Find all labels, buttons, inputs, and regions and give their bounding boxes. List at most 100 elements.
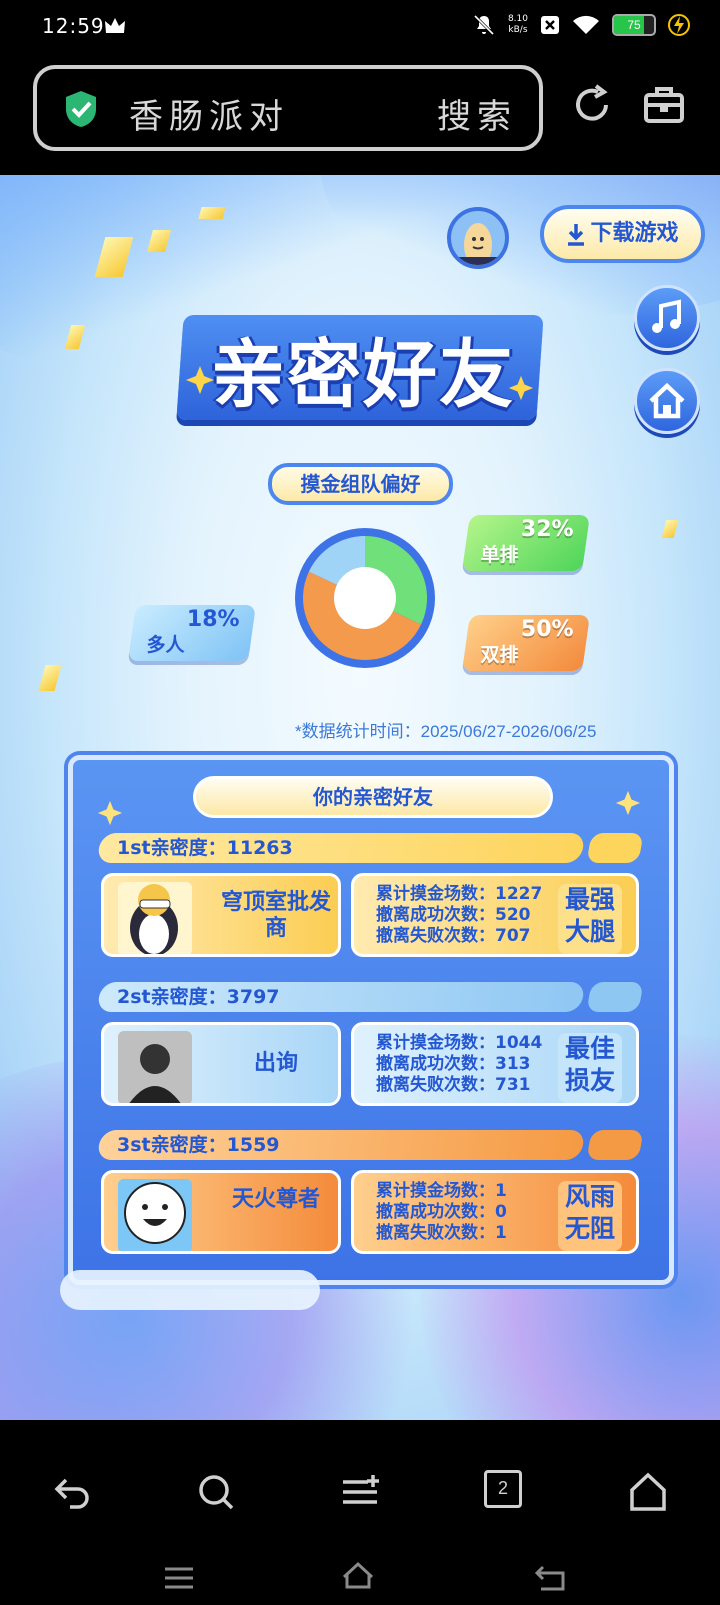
smiley-avatar-icon [118, 1179, 192, 1251]
preference-subtitle: 摸金组队偏好 [268, 463, 453, 505]
search-bar[interactable]: 香肠派对 搜索 [33, 65, 543, 151]
player-avatar[interactable] [447, 207, 509, 269]
rank-bar-3: 3st亲密度：1559 [96, 1130, 586, 1160]
system-home-icon[interactable] [341, 1560, 375, 1590]
gold-shard [661, 520, 679, 538]
battery-level: 75 [627, 18, 641, 32]
friend-1-avatar [118, 882, 192, 954]
search-button[interactable]: 搜索 [437, 89, 517, 138]
duo-percent: 50% [521, 617, 574, 642]
page-title: 亲密好友 [211, 332, 515, 418]
download-label: 下载游戏 [590, 221, 679, 246]
friend-2-avatar [118, 1031, 192, 1103]
menu-icon[interactable] [340, 1472, 380, 1512]
rank-2-intimacy: 3797 [226, 986, 280, 1008]
solo-label: 单排 [480, 544, 519, 566]
rank-3-intimacy: 1559 [226, 1134, 280, 1156]
music-icon [652, 299, 681, 333]
star-icon [97, 800, 123, 826]
preference-donut-chart [295, 528, 435, 668]
refresh-icon[interactable] [570, 83, 614, 127]
tag-squad: 18% 多人 [128, 605, 256, 661]
friend-1-extract-fail: 撤离失败次数：707 [376, 926, 531, 946]
duo-label: 双排 [480, 644, 519, 666]
download-icon [568, 224, 585, 246]
donut-hole [334, 567, 396, 629]
rank-3-label: 3st亲密度： [117, 1134, 227, 1156]
squad-percent: 18% [187, 607, 240, 632]
stats-period-note: *数据统计时间：2025/06/27-2026/06/25 [295, 722, 597, 741]
friend-2-total-runs: 累计摸金场数：1044 [376, 1033, 543, 1053]
tabs-icon[interactable]: 2 [484, 1470, 522, 1508]
friend-card-1[interactable]: 穹顶室批发商 [101, 873, 341, 957]
rank-bar-tail [586, 833, 644, 863]
net-speed: 8.10 kB/s [508, 14, 528, 36]
friend-2-extract-success: 撤离成功次数：313 [376, 1054, 531, 1074]
squad-label: 多人 [146, 634, 185, 656]
rank-bar-tail [586, 1130, 644, 1160]
tag-duo: 50% 双排 [462, 615, 590, 671]
star-icon [508, 375, 534, 401]
charging-icon [668, 14, 690, 36]
friend-3-extract-success: 撤离成功次数：0 [376, 1202, 507, 1222]
friend-3-name: 天火尊者 [231, 1187, 320, 1212]
friend-2-extract-fail: 撤离失败次数：731 [376, 1075, 531, 1095]
music-button[interactable] [634, 285, 700, 351]
sausage-avatar-icon [457, 223, 499, 265]
friend-3-stats: 累计摸金场数：1 撤离成功次数：0 撤离失败次数：1 风雨无阻 [351, 1170, 639, 1254]
friend-3-title: 风雨无阻 [558, 1181, 622, 1251]
home-nav-icon[interactable] [628, 1472, 668, 1512]
toolbox-icon[interactable] [642, 83, 686, 127]
net-speed-unit: kB/s [508, 25, 528, 35]
star-icon [186, 366, 214, 394]
home-icon [649, 382, 685, 419]
star-icon [615, 790, 641, 816]
back-icon[interactable] [52, 1472, 92, 1512]
friend-3-extract-fail: 撤离失败次数：1 [376, 1223, 507, 1243]
wifi-icon [573, 15, 599, 34]
tab-count: 2 [497, 1478, 508, 1498]
penguin-avatar-icon [130, 884, 178, 954]
system-back-icon[interactable] [533, 1563, 567, 1593]
browser-bottom-nav: 2 [0, 1420, 720, 1605]
person-avatar-icon [118, 1031, 192, 1103]
friend-3-avatar [118, 1179, 192, 1251]
status-time: 12:59 [42, 14, 105, 38]
friend-1-extract-success: 撤离成功次数：520 [376, 905, 531, 925]
friend-1-title: 最强大腿 [558, 884, 622, 954]
mute-icon [473, 14, 495, 36]
gold-shard [198, 207, 226, 219]
home-button[interactable] [634, 368, 700, 434]
browser-toolbar: 香肠派对 搜索 [0, 55, 720, 175]
friend-1-total-runs: 累计摸金场数：1227 [376, 884, 543, 904]
download-game-button[interactable]: 下载游戏 [540, 205, 705, 263]
tag-solo: 32% 单排 [462, 515, 590, 571]
search-query[interactable]: 香肠派对 [129, 89, 289, 138]
rank-bar-tail [586, 982, 644, 1012]
friend-1-stats: 累计摸金场数：1227 撤离成功次数：520 撤离失败次数：707 最强大腿 [351, 873, 639, 957]
friend-card-2[interactable]: 出询 [101, 1022, 341, 1106]
crown-icon [105, 18, 125, 33]
gold-shard [38, 665, 62, 691]
friend-card-3[interactable]: 天火尊者 [101, 1170, 341, 1254]
friends-panel-title: 你的亲密好友 [193, 776, 553, 818]
battery-icon: 75 [612, 14, 656, 36]
close-box-icon [541, 16, 559, 34]
rank-2-label: 2st亲密度： [117, 986, 227, 1008]
recent-apps-icon[interactable] [162, 1563, 196, 1593]
shield-check-icon [66, 91, 96, 127]
rank-bar-1: 1st亲密度：11263 [96, 833, 586, 863]
rank-1-intimacy: 11263 [226, 837, 293, 859]
game-page: 下载游戏 亲密好友 摸金组队偏好 32% 单排 50% 双排 18% 多人 *数… [0, 175, 720, 1420]
friend-2-name: 出询 [253, 1051, 298, 1076]
status-bar: 12:59 8.10 kB/s 75 [0, 0, 720, 55]
cloud-decor [60, 1270, 320, 1310]
friend-2-stats: 累计摸金场数：1044 撤离成功次数：313 撤离失败次数：731 最佳损友 [351, 1022, 639, 1106]
friend-1-name: 穹顶室批发商 [220, 890, 331, 941]
search-icon[interactable] [196, 1472, 236, 1512]
friend-2-title: 最佳损友 [558, 1033, 622, 1103]
net-speed-value: 8.10 [507, 14, 528, 24]
friend-3-total-runs: 累计摸金场数：1 [376, 1181, 507, 1201]
rank-1-label: 1st亲密度： [117, 837, 227, 859]
solo-percent: 32% [521, 517, 574, 542]
